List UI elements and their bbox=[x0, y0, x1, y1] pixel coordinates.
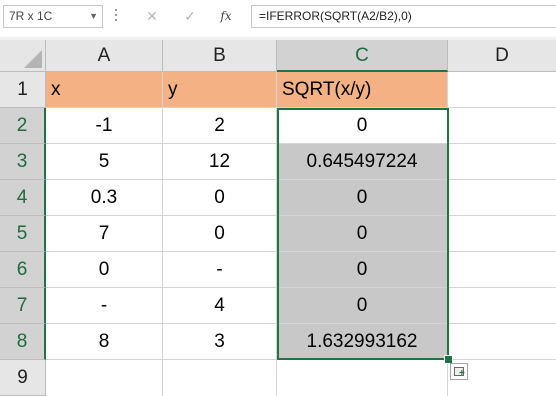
cell-a1[interactable]: x bbox=[46, 72, 163, 108]
cell-c9[interactable] bbox=[277, 360, 448, 396]
column-header-b[interactable]: B bbox=[163, 40, 277, 72]
function-icon[interactable]: fx bbox=[215, 5, 237, 28]
cell-a3[interactable]: 5 bbox=[46, 144, 163, 180]
cell-d5[interactable] bbox=[448, 216, 556, 252]
cell-a7[interactable]: - bbox=[46, 288, 163, 324]
select-all-icon bbox=[24, 50, 42, 68]
cell-b3[interactable]: 12 bbox=[163, 144, 277, 180]
name-box[interactable]: 7R x 1C ▼ bbox=[3, 5, 103, 28]
column-header-c[interactable]: C bbox=[277, 40, 448, 72]
cancel-icon[interactable]: ✕ bbox=[140, 5, 164, 28]
cell-d3[interactable] bbox=[448, 144, 556, 180]
row-header-9[interactable]: 9 bbox=[0, 360, 46, 396]
cell-d6[interactable] bbox=[448, 252, 556, 288]
row-header-2[interactable]: 2 bbox=[0, 108, 46, 144]
quick-analysis-icon[interactable]: + bbox=[450, 363, 468, 380]
cell-c6[interactable]: 0 bbox=[277, 252, 448, 288]
row-header-4[interactable]: 4 bbox=[0, 180, 46, 216]
cell-d4[interactable] bbox=[448, 180, 556, 216]
cell-c3[interactable]: 0.645497224 bbox=[277, 144, 448, 180]
row-header-5[interactable]: 5 bbox=[0, 216, 46, 252]
cell-b6[interactable]: - bbox=[163, 252, 277, 288]
cell-d2[interactable] bbox=[448, 108, 556, 144]
row-header-3[interactable]: 3 bbox=[0, 144, 46, 180]
cell-c5[interactable]: 0 bbox=[277, 216, 448, 252]
cell-b8[interactable]: 3 bbox=[163, 324, 277, 360]
quick-analysis-plus-shape: + bbox=[459, 368, 465, 379]
cell-d7[interactable] bbox=[448, 288, 556, 324]
enter-icon[interactable]: ✓ bbox=[178, 5, 202, 28]
row-header-6[interactable]: 6 bbox=[0, 252, 46, 288]
cell-c8[interactable]: 1.632993162 bbox=[277, 324, 448, 360]
column-header-a[interactable]: A bbox=[46, 40, 163, 72]
formula-input[interactable]: =IFERROR(SQRT(A2/B2),0) bbox=[251, 5, 556, 28]
row-header-8[interactable]: 8 bbox=[0, 324, 46, 360]
cell-a5[interactable]: 7 bbox=[46, 216, 163, 252]
cell-a9[interactable] bbox=[46, 360, 163, 396]
name-box-value: 7R x 1C bbox=[9, 9, 53, 23]
cell-b2[interactable]: 2 bbox=[163, 108, 277, 144]
formula-bar-grip-icon bbox=[114, 6, 118, 26]
cell-b1[interactable]: y bbox=[163, 72, 277, 108]
select-all-button[interactable] bbox=[0, 40, 46, 72]
cell-c1[interactable]: SQRT(x/y) bbox=[277, 72, 448, 108]
cell-a4[interactable]: 0.3 bbox=[46, 180, 163, 216]
cell-d8[interactable] bbox=[448, 324, 556, 360]
row-header-1[interactable]: 1 bbox=[0, 72, 46, 108]
cell-b7[interactable]: 4 bbox=[163, 288, 277, 324]
cell-c2-active[interactable]: 0 bbox=[277, 108, 448, 144]
chevron-down-icon[interactable]: ▼ bbox=[89, 6, 98, 27]
cell-a2[interactable]: -1 bbox=[46, 108, 163, 144]
column-header-d[interactable]: D bbox=[448, 40, 556, 72]
cell-c4[interactable]: 0 bbox=[277, 180, 448, 216]
formula-bar: 7R x 1C ▼ ✕ ✓ fx =IFERROR(SQRT(A2/B2),0) bbox=[0, 0, 556, 40]
cell-b9[interactable] bbox=[163, 360, 277, 396]
cell-a6[interactable]: 0 bbox=[46, 252, 163, 288]
row-header-7[interactable]: 7 bbox=[0, 288, 46, 324]
cell-c7[interactable]: 0 bbox=[277, 288, 448, 324]
cell-d1[interactable] bbox=[448, 72, 556, 108]
cell-b5[interactable]: 0 bbox=[163, 216, 277, 252]
cell-a8[interactable]: 8 bbox=[46, 324, 163, 360]
cell-b4[interactable]: 0 bbox=[163, 180, 277, 216]
